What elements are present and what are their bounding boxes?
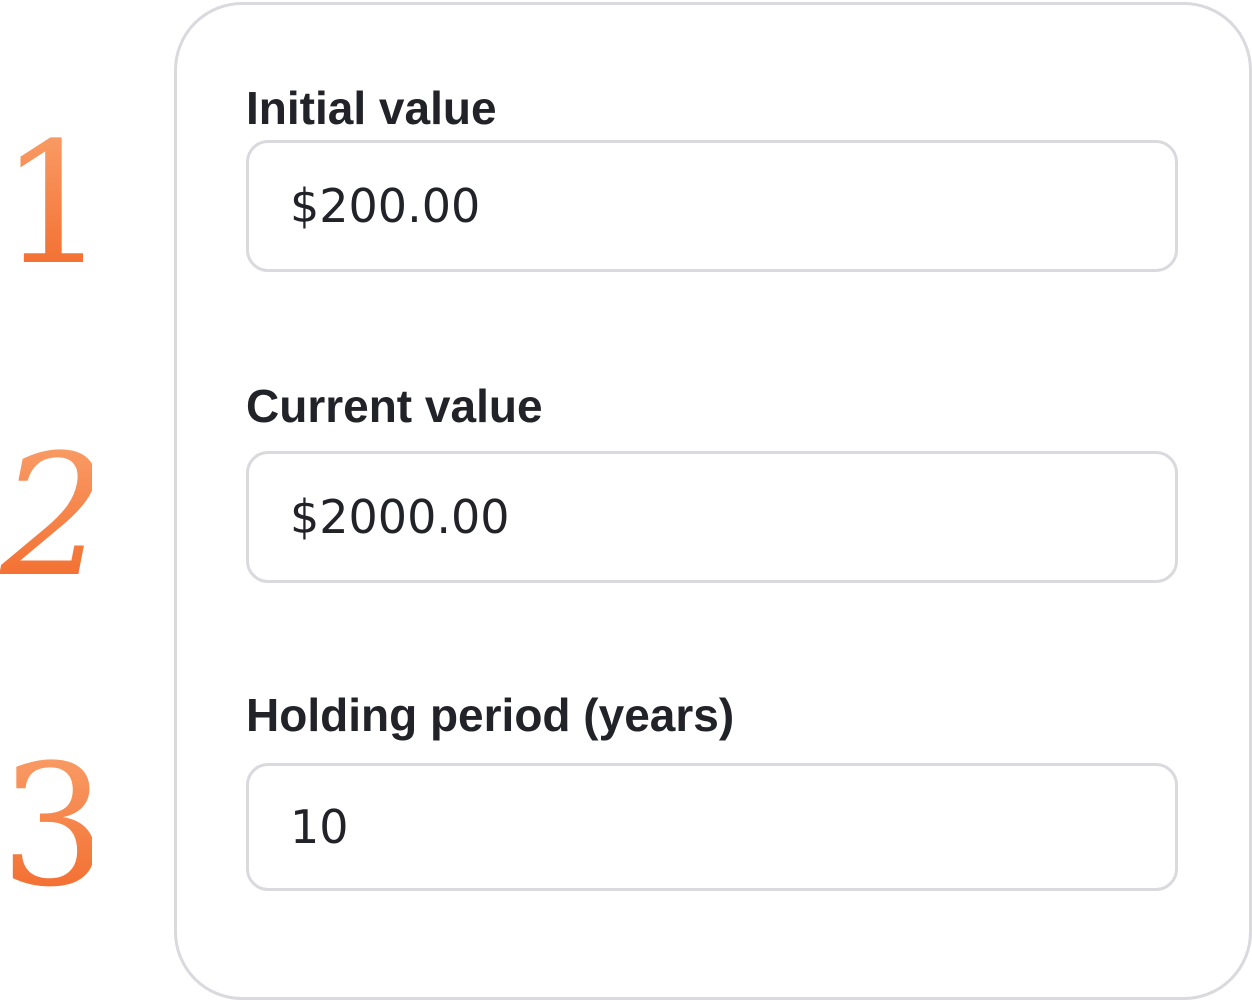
current-value-input[interactable]: $2000.00 xyxy=(246,451,1178,583)
holding-period-text: 10 xyxy=(290,800,349,854)
initial-value-label: Initial value xyxy=(246,82,497,134)
initial-value-text: $200.00 xyxy=(290,179,481,233)
initial-value-input[interactable]: $200.00 xyxy=(246,140,1178,272)
step-number-3: 3 xyxy=(0,728,107,924)
calculator-form-page: 1 2 3 Initial value $200.00 Current valu… xyxy=(0,0,1252,1000)
step-number-2: 2 xyxy=(0,418,107,614)
current-value-text: $2000.00 xyxy=(290,490,510,544)
step-number-1: 1 xyxy=(0,106,107,302)
holding-period-label: Holding period (years) xyxy=(246,689,735,741)
current-value-label: Current value xyxy=(246,380,543,432)
holding-period-input[interactable]: 10 xyxy=(246,763,1178,891)
